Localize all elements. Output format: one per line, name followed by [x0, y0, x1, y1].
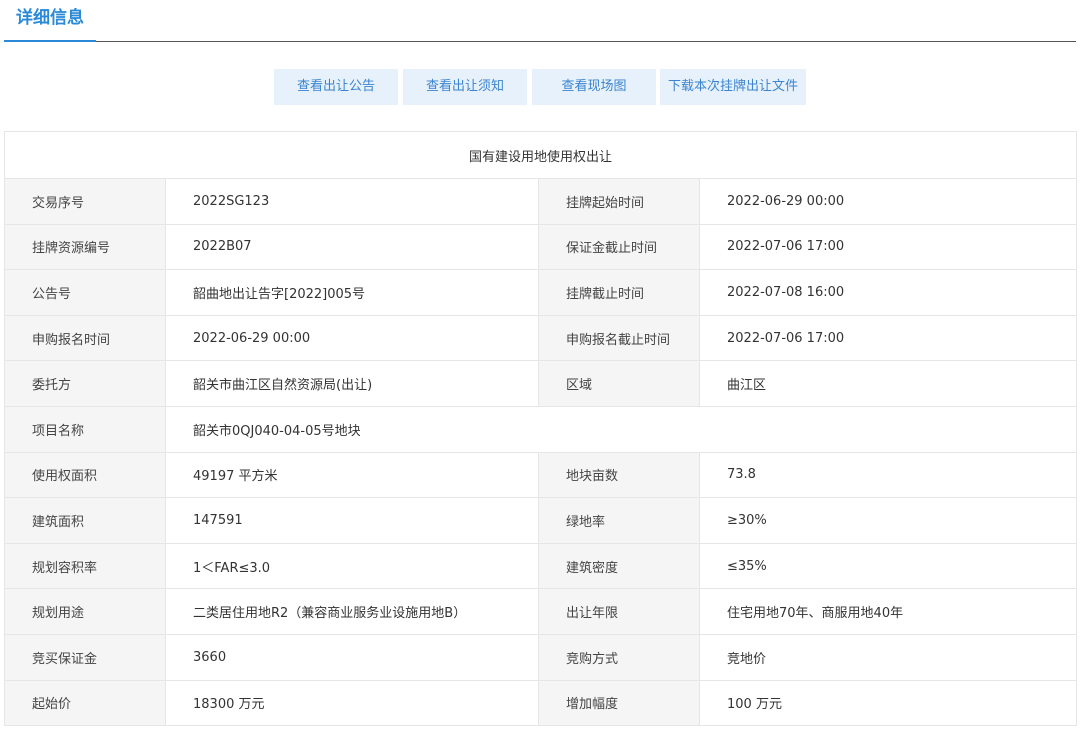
table-row: 项目名称 韶关市0QJ040-04-05号地块: [4, 405, 1078, 453]
field-value: 二类居住用地R2（兼容商业服务业设施用地B）: [165, 588, 539, 635]
field-value: 73.8: [698, 451, 1078, 499]
tab-header: 详细信息: [4, 0, 1076, 42]
field-label: 挂牌资源编号: [4, 223, 166, 271]
field-label: 挂牌截止时间: [538, 269, 700, 316]
table-row: 申购报名时间 2022-06-29 00:00 申购报名截止时间 2022-07-06…: [4, 314, 1078, 362]
field-value: 2022-07-06 17:00: [698, 314, 1078, 362]
table-row: 规划用途 二类居住用地R2（兼容商业服务业设施用地B） 出让年限 住宅用地70年、商服…: [4, 588, 1078, 635]
table-row: 交易序号 2022SG123 挂牌起始时间 2022-06-29 00:00: [4, 178, 1078, 225]
table-row: 竞买保证金 3660 竞购方式 竞地价: [4, 633, 1078, 681]
field-value: 147591: [165, 497, 539, 544]
field-value: ≤35%: [698, 542, 1078, 590]
field-label: 项目名称: [4, 405, 166, 453]
field-value: 韶曲地出让告字[2022]005号: [165, 269, 539, 316]
table-row: 公告号 韶曲地出让告字[2022]005号 挂牌截止时间 2022-07-08 16:…: [4, 269, 1078, 316]
table-row: 规划容积率 1＜FAR≤3.0 建筑密度 ≤35%: [4, 542, 1078, 590]
field-label: 委托方: [4, 360, 166, 407]
field-label: 交易序号: [4, 178, 166, 225]
field-label: 挂牌起始时间: [538, 178, 700, 225]
table-row: 委托方 韶关市曲江区自然资源局(出让) 区域 曲江区: [4, 360, 1078, 407]
field-value: 住宅用地70年、商服用地40年: [698, 588, 1078, 635]
table-title-row: 国有建设用地使用权出让: [3, 131, 1078, 179]
field-value: 2022-07-08 16:00: [698, 269, 1078, 316]
table-row: 使用权面积 49197 平方米 地块亩数 73.8: [4, 451, 1078, 499]
field-label: 规划用途: [4, 588, 166, 635]
field-label: 申购报名截止时间: [538, 314, 700, 362]
field-value: 韶关市0QJ040-04-05号地块: [164, 405, 1078, 453]
field-label: 公告号: [4, 269, 166, 316]
field-value: 49197 平方米: [165, 451, 539, 499]
view-announcement-button[interactable]: 查看出让公告: [274, 69, 398, 105]
table-row: 起始价 18300 万元 增加幅度 100 万元: [4, 679, 1078, 727]
field-label: 申购报名时间: [4, 314, 166, 362]
field-label: 地块亩数: [538, 451, 700, 499]
field-value: 100 万元: [698, 679, 1078, 727]
field-label: 使用权面积: [4, 451, 166, 499]
field-label: 起始价: [4, 679, 166, 727]
table-title: 国有建设用地使用权出让: [3, 131, 1078, 179]
field-label: 出让年限: [538, 588, 700, 635]
field-value: 1＜FAR≤3.0: [165, 542, 539, 590]
field-value: 3660: [165, 633, 539, 681]
land-info-table: 国有建设用地使用权出让 交易序号 2022SG123 挂牌起始时间 2022-06-2…: [3, 131, 1078, 727]
view-site-map-button[interactable]: 查看现场图: [532, 69, 656, 105]
view-notice-button[interactable]: 查看出让须知: [403, 69, 527, 105]
field-value: 2022B07: [165, 223, 539, 271]
action-button-bar: 查看出让公告 查看出让须知 查看现场图 下载本次挂牌出让文件: [0, 69, 1080, 105]
table-row: 建筑面积 147591 绿地率 ≥30%: [4, 497, 1078, 544]
field-label: 规划容积率: [4, 542, 166, 590]
field-value: ≥30%: [698, 497, 1078, 544]
tab-detail-info[interactable]: 详细信息: [4, 0, 96, 42]
field-label: 建筑面积: [4, 497, 166, 544]
field-label: 增加幅度: [538, 679, 700, 727]
field-label: 区域: [538, 360, 700, 407]
field-value: 2022-06-29 00:00: [165, 314, 539, 362]
field-value: 曲江区: [698, 360, 1078, 407]
field-value: 2022SG123: [165, 178, 539, 225]
field-value: 18300 万元: [165, 679, 539, 727]
field-label: 建筑密度: [538, 542, 700, 590]
field-label: 竞买保证金: [4, 633, 166, 681]
table-row: 挂牌资源编号 2022B07 保证金截止时间 2022-07-06 17:00: [4, 223, 1078, 271]
field-label: 绿地率: [538, 497, 700, 544]
field-label: 竞购方式: [538, 633, 700, 681]
field-value: 2022-06-29 00:00: [698, 178, 1078, 225]
download-files-button[interactable]: 下载本次挂牌出让文件: [660, 69, 806, 105]
field-value: 韶关市曲江区自然资源局(出让): [165, 360, 539, 407]
field-value: 2022-07-06 17:00: [698, 223, 1078, 271]
field-label: 保证金截止时间: [538, 223, 700, 271]
field-value: 竞地价: [698, 633, 1078, 681]
